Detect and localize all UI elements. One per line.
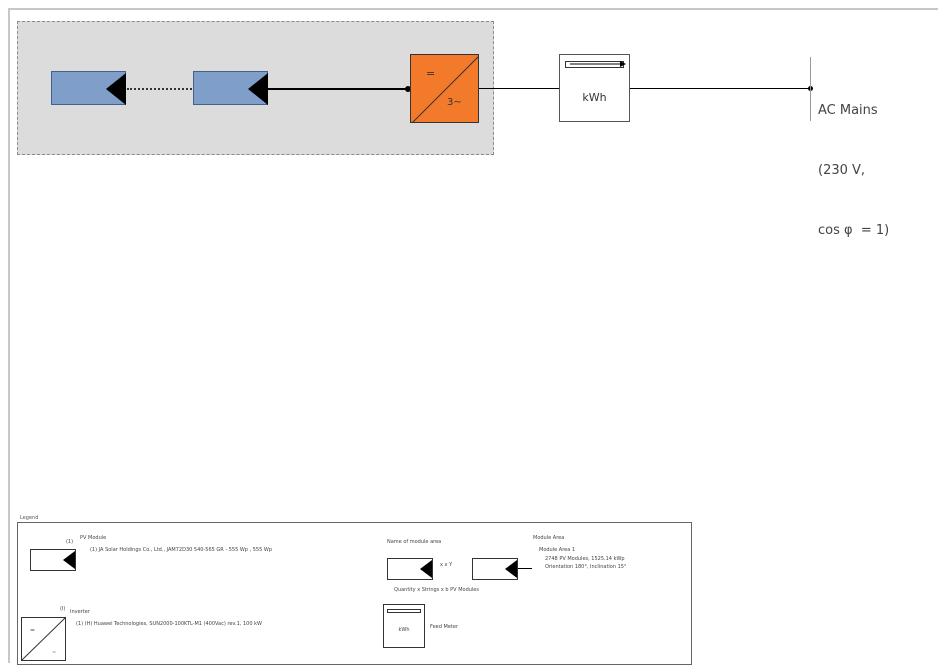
legend-pv-module-heading: PV Module [80, 535, 107, 541]
legend-inverter-symbol: = ~ [21, 617, 66, 661]
legend-box [17, 522, 692, 665]
inverter-diagonal-icon [412, 56, 478, 122]
legend-pv-module-symbol [30, 549, 76, 571]
legend-quantity-text: Quantity x Strings x b PV Modules [394, 587, 479, 593]
legend-meter-unit: kWh [398, 627, 410, 633]
pv-module-last[interactable] [193, 71, 268, 105]
legend-inverter-heading: Inverter [70, 609, 90, 615]
legend-string-connector [518, 568, 532, 569]
pv-module-terminal-icon [63, 551, 75, 569]
legend-string-end-symbol [472, 558, 518, 580]
pv-module-terminal-icon [248, 73, 268, 105]
legend-string-text: x x Y [440, 562, 453, 568]
pv-module-first[interactable] [51, 71, 126, 105]
module-string-dotted-line [127, 88, 195, 90]
pv-module-terminal-icon [505, 560, 517, 578]
grid-busbar [810, 57, 811, 121]
ac-mains-label: AC Mains (230 V, cos φ = 1) [818, 61, 889, 261]
legend-string-start-symbol [387, 558, 433, 580]
legend-module-area-orientation: Orientation 180°, Inclination 15° [545, 564, 627, 570]
ac-mains-title: AC Mains [818, 103, 878, 118]
legend-module-area-caption: Name of module area [387, 539, 442, 545]
legend-inverter-count: (I) [60, 606, 66, 612]
legend-meter-symbol: kWh [383, 604, 425, 648]
meter-unit-label: kWh [582, 91, 607, 104]
legend-module-area-heading: Module Area [533, 535, 565, 541]
svg-text:=: = [30, 627, 35, 634]
inverter-ac-symbol: 3~ [447, 97, 462, 108]
meter-arrow-icon [570, 61, 626, 67]
ac-mains-power-factor: cos φ = 1) [818, 223, 890, 238]
feed-meter-block[interactable]: kWh [559, 54, 630, 122]
legend-module-area-modules: 2748 PV Modules, 1525.14 kWp [545, 556, 625, 562]
svg-text:~: ~ [52, 650, 56, 656]
inverter-diagonal-icon: = ~ [21, 617, 66, 661]
inverter-block[interactable]: = 3~ [410, 54, 479, 123]
pv-module-terminal-icon [420, 560, 432, 578]
grid-connection-line [630, 88, 810, 89]
meter-display-bar [387, 609, 421, 613]
ac-mains-voltage: (230 V, [818, 163, 866, 178]
legend-title: Legend [20, 515, 39, 521]
legend-feed-meter-label: Feed Meter [430, 624, 459, 630]
legend-pv-module-count: (1) [66, 539, 74, 545]
ac-connection-line [479, 88, 559, 89]
pv-module-terminal-icon [106, 73, 126, 105]
dc-connection-line [268, 88, 410, 90]
inverter-dc-symbol: = [426, 67, 436, 80]
legend-module-area-name: Module Area 1 [539, 547, 576, 553]
legend-inverter-detail: (1) (H) Huawei Technologies, SUN2000-100… [76, 621, 262, 627]
legend-pv-module-detail: (1) JA Solar Holdings Co., Ltd., JAM72D3… [90, 547, 272, 553]
